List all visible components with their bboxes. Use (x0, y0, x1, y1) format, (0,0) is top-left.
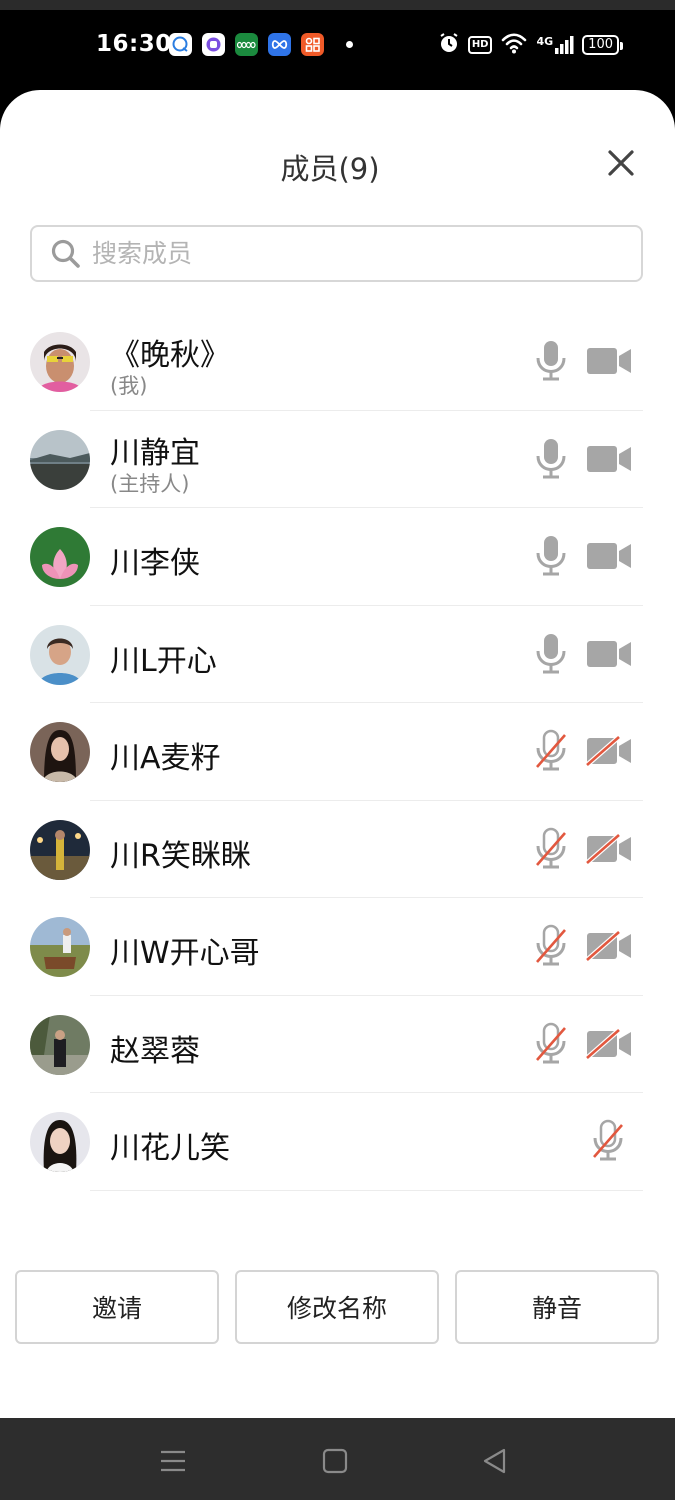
back-icon[interactable] (480, 1446, 510, 1476)
alarm-icon (438, 32, 460, 58)
message-bubble-icon (169, 33, 192, 56)
avatar (30, 1014, 90, 1075)
member-name: 川静宜 (110, 435, 200, 471)
member-list: 《晚秋》 (我) 川静宜 (主持人) 川李侠 川L开心 川A麦籽 川R笑眯眯 川… (0, 313, 675, 1191)
member-role: (我) (110, 374, 148, 398)
action-bar: 邀请 修改名称 静音 (15, 1270, 660, 1344)
member-row[interactable]: 川静宜 (主持人) (0, 411, 675, 508)
member-name: 川李侠 (110, 546, 200, 581)
sheet-title: 成员(9) (280, 152, 380, 186)
status-indicators: HD 4G 100 (438, 32, 623, 58)
menu-icon[interactable] (158, 1446, 188, 1476)
member-name: 川A麦籽 (110, 741, 221, 776)
member-row[interactable]: 《晚秋》 (我) (0, 313, 675, 411)
member-name: 赵翠蓉 (110, 1033, 200, 1069)
microphone-muted-icon[interactable] (591, 1119, 625, 1161)
microphone-icon[interactable] (534, 339, 568, 381)
member-row[interactable]: 川李侠 (0, 508, 675, 606)
member-row[interactable]: 川W开心哥 (0, 898, 675, 996)
network-type-label: 4G (536, 35, 554, 48)
purple-app-icon (202, 33, 225, 56)
video-camera-icon[interactable] (585, 443, 633, 475)
status-time: 16:30 (96, 31, 172, 57)
avatar (30, 1112, 90, 1172)
microphone-icon[interactable] (534, 632, 568, 674)
video-camera-icon[interactable] (585, 540, 633, 572)
status-bar-top-strip (0, 0, 675, 10)
member-row[interactable]: 川花儿笑 (0, 1093, 675, 1191)
member-row[interactable]: 川R笑眯眯 (0, 801, 675, 898)
member-name: 川花儿笑 (110, 1131, 230, 1166)
member-row[interactable]: 川A麦籽 (0, 703, 675, 801)
member-name: 川R笑眯眯 (110, 838, 251, 874)
notification-app-icons (169, 33, 353, 56)
orange-app-icon (301, 33, 324, 56)
video-camera-icon[interactable] (585, 345, 633, 377)
wifi-icon (500, 32, 528, 58)
members-sheet: 成员(9) 《晚秋》 (我) 川静宜 (主持人) (0, 90, 675, 1418)
member-row[interactable]: 赵翠蓉 (0, 996, 675, 1093)
mute-all-button[interactable]: 静音 (455, 1270, 659, 1344)
member-name: 川L开心 (110, 643, 217, 679)
member-role: (主持人) (110, 471, 190, 496)
avatar (30, 722, 90, 782)
video-camera-off-icon[interactable] (585, 930, 633, 962)
member-row[interactable]: 川L开心 (0, 606, 675, 703)
video-camera-off-icon[interactable] (585, 735, 633, 767)
hd-badge: HD (467, 36, 493, 54)
microphone-icon[interactable] (534, 534, 568, 576)
video-camera-off-icon[interactable] (585, 1027, 633, 1060)
video-camera-off-icon[interactable] (585, 832, 633, 865)
video-camera-icon[interactable] (585, 638, 633, 670)
status-bar: 16:30 HD 4G 100 (0, 0, 675, 90)
microphone-muted-icon[interactable] (534, 827, 568, 869)
search-input[interactable] (90, 238, 614, 269)
home-icon[interactable] (320, 1446, 350, 1476)
avatar (30, 429, 90, 490)
rename-button[interactable]: 修改名称 (235, 1270, 439, 1344)
avatar (30, 527, 90, 587)
search-box[interactable] (30, 225, 643, 282)
avatar (30, 917, 90, 977)
invite-button[interactable]: 邀请 (15, 1270, 219, 1344)
avatar (30, 624, 90, 685)
avatar (30, 332, 90, 392)
row-divider (90, 1189, 643, 1191)
member-name: 《晚秋》 (110, 338, 230, 373)
member-name: 川W开心哥 (110, 936, 260, 971)
microphone-muted-icon[interactable] (534, 924, 568, 966)
microphone-muted-icon[interactable] (534, 1022, 568, 1064)
system-nav-bar (0, 1418, 675, 1500)
close-icon[interactable] (604, 146, 638, 180)
avatar (30, 819, 90, 880)
oppo-app-icon (235, 33, 258, 56)
search-icon (51, 239, 80, 268)
more-notifications-dot (346, 41, 353, 48)
cloud-infinity-icon (268, 33, 291, 56)
microphone-icon[interactable] (534, 437, 568, 479)
battery-indicator: 100 (582, 35, 623, 55)
microphone-muted-icon[interactable] (534, 729, 568, 771)
cellular-signal-icon: 4G (536, 35, 574, 55)
